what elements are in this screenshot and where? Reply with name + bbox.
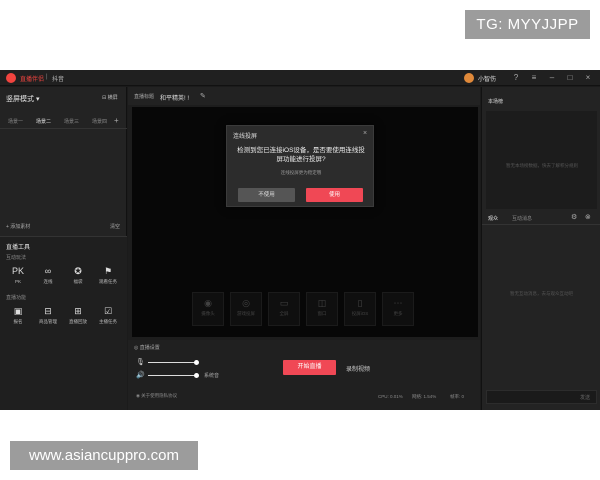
tool-label: 商品管理: [39, 319, 57, 324]
ios-projection-dialog: 连线投屏 × 检测到您已连接iOS设备，是否要使用连线投屏功能进行投屏? 连线投…: [226, 125, 374, 207]
live-title[interactable]: 和平精英! !: [160, 93, 189, 102]
minimize-icon[interactable]: –: [547, 73, 557, 83]
add-scene-icon[interactable]: +: [114, 116, 119, 125]
tool-label: 直播回放: [69, 319, 87, 324]
network-stat: 网络: 1.54%: [412, 394, 437, 399]
privacy-link[interactable]: ◉ 关于使用隐私协议: [136, 393, 177, 399]
bottom-controls: ◎ 直播设置 🎙 🔊 系统音 开始直播 录制视频 ◉ 关于使用隐私协议 CPU:…: [128, 340, 480, 410]
dialog-hint: 连线投屏更为稳定哦: [280, 170, 322, 175]
app-name: 直播伴侣: [20, 77, 45, 83]
tool-task[interactable]: ⚑ 观看任务: [95, 265, 121, 285]
tool-label: 福袋: [73, 279, 83, 284]
live-tools: 直播工具 互动玩法 PK PK ∞ 连线 ✪ 福袋 ⚑ 观看任务 直播功能 ▣ …: [0, 236, 127, 410]
start-live-button[interactable]: 开始直播: [283, 360, 336, 375]
orientation-button[interactable]: ⊟ 横屏: [102, 94, 118, 101]
scene-header: 竖屏模式 ▾ ⊟ 横屏: [0, 87, 127, 107]
tab-scene-4[interactable]: 场景四: [92, 118, 107, 125]
screenshot-page: TG: MYYJJPP 直播伴侣 | 抖音 小智伤 ? ≡ – □ × 竖屏模式…: [0, 0, 600, 480]
user-name[interactable]: 小智伤: [478, 74, 496, 83]
avatar[interactable]: [464, 73, 474, 83]
cpu-stat: CPU: 0.01%: [378, 394, 403, 399]
chat-empty-text: 暂无互动消息，去与观众互动吧: [510, 291, 573, 296]
tab-scene-1[interactable]: 场景一: [8, 118, 23, 125]
tool-ranking[interactable]: ▣ 报名: [5, 305, 31, 325]
menu-icon[interactable]: ≡: [529, 73, 539, 83]
scene-mode-dropdown[interactable]: 竖屏模式 ▾: [6, 94, 39, 104]
chat-tabs: 观众 互动消息 ⚙ ⊗: [482, 211, 600, 225]
record-video-button[interactable]: 录制视频: [346, 364, 370, 373]
microphone-icon[interactable]: 🎙: [136, 358, 145, 366]
send-button[interactable]: 发送: [580, 394, 590, 401]
tab-scene-2[interactable]: 场景二: [36, 118, 51, 125]
tool-pk[interactable]: PK PK: [5, 265, 31, 284]
system-sound-slider-track[interactable]: [148, 375, 196, 376]
add-material-button[interactable]: + 添加素材: [6, 223, 30, 230]
tool-replay[interactable]: ⊞ 直播回放: [65, 305, 91, 325]
title-separator: |: [46, 74, 48, 80]
pk-icon: PK: [12, 266, 25, 276]
watermark-top: TG: MYYJJPP: [465, 10, 590, 39]
chat-input[interactable]: 发送: [486, 390, 597, 404]
dialog-message: 检测到您已连接iOS设备，是否要使用连线投屏功能进行投屏?: [237, 147, 365, 163]
anchor-task-icon: ☑: [103, 306, 113, 316]
app-window: 直播伴侣 | 抖音 小智伤 ? ≡ – □ × 竖屏模式 ▾ ⊟ 横屏 场景一 …: [0, 70, 600, 410]
tools-title: 直播工具: [6, 245, 31, 251]
close-icon[interactable]: ×: [583, 73, 593, 83]
replay-icon: ⊞: [74, 306, 82, 316]
ranking-title: 本场榜: [488, 99, 504, 105]
watermark-bottom: www.asiancuppro.com: [10, 441, 198, 470]
interact-group-label: 互动玩法: [6, 255, 27, 261]
clear-button[interactable]: 清空: [110, 223, 120, 230]
help-icon[interactable]: ?: [511, 73, 521, 83]
task-icon: ⚑: [103, 266, 113, 276]
live-group-label: 直播功能: [6, 295, 27, 301]
tool-label: PK: [14, 279, 21, 284]
live-title-label: 直播标题: [134, 94, 155, 100]
tool-label: 报名: [13, 319, 23, 324]
maximize-icon[interactable]: □: [565, 73, 575, 83]
ranking-empty-text: 暂无本场榜数据，快去了解积分规则: [506, 163, 578, 168]
dont-use-button[interactable]: 不使用: [238, 188, 295, 202]
left-panel: 竖屏模式 ▾ ⊟ 横屏 场景一 场景二 场景三 场景四 + + 添加素材 清空 …: [0, 87, 127, 410]
mic-slider-knob[interactable]: [194, 360, 199, 365]
close-icon[interactable]: ×: [363, 130, 367, 137]
title-bar: 直播伴侣 | 抖音 小智伤 ? ≡ – □ ×: [0, 70, 600, 86]
right-panel: 本场榜 暂无本场榜数据，快去了解积分规则 观众 互动消息 ⚙ ⊗ 暂无互动消息，…: [481, 87, 600, 410]
tool-label: 主播任务: [99, 319, 117, 324]
ranking-icon: ▣: [13, 306, 23, 316]
tab-scene-3[interactable]: 场景三: [64, 118, 79, 125]
system-sound-label: 系统音: [204, 373, 220, 379]
tool-label: 连线: [43, 279, 53, 284]
tab-chat[interactable]: 互动消息: [512, 215, 532, 222]
link-icon: ∞: [44, 266, 52, 276]
settings-icon[interactable]: ⚙: [571, 213, 577, 221]
tool-link[interactable]: ∞ 连线: [35, 265, 61, 285]
mic-slider-track[interactable]: [148, 362, 196, 363]
app-logo-icon: [6, 73, 16, 83]
platform-name: 抖音: [52, 77, 65, 83]
speaker-icon[interactable]: 🔊: [136, 371, 145, 379]
tab-audience[interactable]: 观众: [488, 215, 498, 222]
tool-anchor-task[interactable]: ☑ 主播任务: [95, 305, 121, 325]
tool-gift[interactable]: ✪ 福袋: [65, 265, 91, 285]
system-sound-slider-knob[interactable]: [194, 373, 199, 378]
scene-tabs: 场景一 场景二 场景三 场景四 +: [0, 115, 127, 129]
tool-shop[interactable]: ⊟ 商品管理: [35, 305, 61, 325]
gift-icon: ✪: [74, 266, 82, 276]
dialog-title: 连线投屏: [233, 134, 258, 140]
use-button[interactable]: 使用: [306, 188, 363, 202]
tool-label: 观看任务: [99, 279, 117, 284]
ranking-box: 暂无本场榜数据，快去了解积分规则: [486, 111, 597, 209]
live-settings-label[interactable]: ◎ 直播设置: [134, 344, 160, 351]
fps-stat: 帧率: 0: [450, 394, 465, 399]
shop-icon: ⊟: [44, 306, 52, 316]
close-icon[interactable]: ⊗: [585, 213, 591, 221]
live-title-row: 直播标题 和平精英! ! ✎: [128, 87, 480, 105]
edit-icon[interactable]: ✎: [200, 92, 206, 100]
